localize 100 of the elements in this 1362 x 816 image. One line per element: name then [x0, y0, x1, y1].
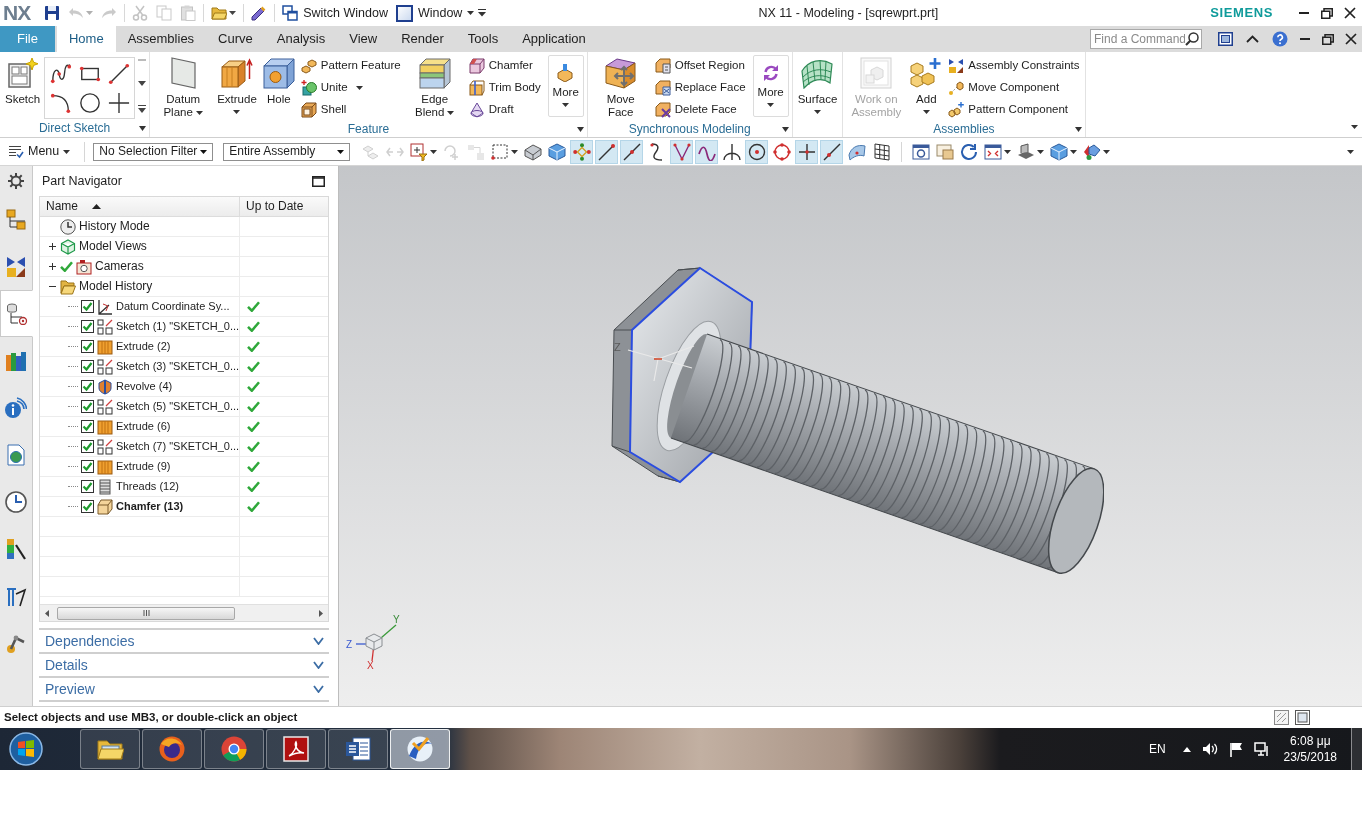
ribbon-button[interactable]: Surface: [795, 55, 840, 116]
up-arrow-icon[interactable]: [1182, 746, 1191, 752]
colored-shapes-icon[interactable]: [1083, 142, 1102, 161]
tree-item[interactable]: Extrude (9): [116, 459, 171, 474]
plus-icon[interactable]: [107, 91, 130, 114]
section-header[interactable]: Dependencies: [39, 630, 329, 654]
ribbon-button[interactable]: Edge Blend: [404, 55, 465, 121]
checkbox[interactable]: [81, 360, 94, 373]
ribbon-button[interactable]: Move Face: [590, 55, 651, 121]
scroll-right-icon[interactable]: [319, 609, 323, 617]
caret-icon[interactable]: [1037, 149, 1045, 154]
tree-item[interactable]: Sketch (3) "SKETCH_0...: [116, 359, 240, 374]
zoom-window-icon[interactable]: [936, 142, 955, 161]
close-icon[interactable]: [1344, 33, 1357, 45]
ribbon-options-icon[interactable]: [1351, 125, 1358, 129]
ribbon-tab[interactable]: Tools: [455, 26, 511, 52]
ribbon-tab[interactable]: Render: [389, 26, 456, 52]
ribbon-tab[interactable]: Application: [510, 26, 598, 52]
ribbon-button[interactable]: Pattern Component: [946, 99, 1082, 121]
ribbon-button[interactable]: Replace Face: [652, 77, 748, 99]
collapse-icon[interactable]: [48, 283, 56, 290]
shaded-view-icon[interactable]: [1017, 142, 1036, 161]
caret-icon[interactable]: [1004, 149, 1012, 154]
flag-icon[interactable]: [1228, 741, 1243, 757]
checkbox[interactable]: [81, 320, 94, 333]
launcher-icon[interactable]: [139, 125, 147, 131]
full-screen-icon[interactable]: [1218, 32, 1233, 46]
checkbox[interactable]: [81, 300, 94, 313]
ribbon-button[interactable]: Delete Face: [652, 99, 748, 121]
column-header[interactable]: Name: [40, 197, 240, 216]
show-desktop-button[interactable]: [1351, 728, 1362, 770]
language-indicator[interactable]: EN: [1148, 741, 1166, 757]
checkbox[interactable]: [81, 500, 94, 513]
taskbar-button[interactable]: [328, 729, 388, 769]
checkbox[interactable]: [81, 480, 94, 493]
ribbon-tab[interactable]: View: [337, 26, 390, 52]
gallery-expand-icon[interactable]: [138, 105, 147, 113]
ribbon-button[interactable]: Datum Plane: [153, 55, 214, 121]
snap-toggle[interactable]: [820, 139, 844, 164]
checkbox[interactable]: [81, 380, 94, 393]
rotate-icon[interactable]: [960, 142, 979, 161]
tree-item[interactable]: Chamfer (13): [116, 499, 184, 514]
taskbar-button[interactable]: [80, 729, 140, 769]
ribbon-button[interactable]: Add: [908, 55, 945, 116]
checkbox[interactable]: [81, 340, 94, 353]
restore-icon[interactable]: [1321, 33, 1334, 45]
minimize-icon[interactable]: [1299, 12, 1310, 14]
caret-icon[interactable]: [1103, 149, 1111, 154]
ribbon-tab[interactable]: Assemblies: [115, 26, 207, 52]
ribbon-tab[interactable]: Home: [56, 26, 116, 52]
tree-item[interactable]: Threads (12): [116, 479, 179, 494]
chevron-up-icon[interactable]: [1246, 35, 1259, 43]
taskbar-button[interactable]: [204, 729, 264, 769]
tree-item[interactable]: Extrude (6): [116, 419, 171, 434]
spline-icon[interactable]: [49, 62, 72, 85]
more-button[interactable]: More: [547, 55, 584, 117]
launcher-icon[interactable]: [576, 126, 584, 132]
cube-icon[interactable]: [548, 142, 567, 161]
tree-item[interactable]: Model History: [79, 279, 153, 294]
customize-icon[interactable]: [478, 9, 487, 17]
pen-icon[interactable]: [251, 5, 268, 21]
layout-icon[interactable]: [984, 142, 1003, 161]
start-button[interactable]: [6, 729, 46, 769]
section-header[interactable]: Details: [39, 654, 329, 678]
ribbon-button[interactable]: Assembly Constraints: [946, 55, 1082, 77]
caret-icon[interactable]: [1070, 149, 1078, 154]
restore-icon[interactable]: [1321, 7, 1334, 19]
column-header[interactable]: Up to Date: [240, 197, 328, 216]
tree-item[interactable]: Sketch (5) "SKETCH_0...: [116, 399, 240, 414]
menu-button[interactable]: Menu: [4, 140, 75, 163]
navigator-tab[interactable]: [0, 290, 33, 337]
snap-toggle[interactable]: [695, 139, 719, 164]
expand-icon[interactable]: [48, 243, 56, 250]
horizontal-scrollbar[interactable]: [40, 604, 328, 621]
scroll-left-icon[interactable]: [45, 609, 49, 617]
ribbon-button[interactable]: Chamfer: [466, 55, 543, 77]
caret-icon[interactable]: [229, 11, 237, 15]
checkbox[interactable]: [81, 440, 94, 453]
ribbon-button[interactable]: Extrude: [215, 55, 259, 116]
cube-icon[interactable]: [1050, 142, 1069, 161]
toolbar-options-icon[interactable]: [1347, 149, 1354, 154]
tree-item[interactable]: Datum Coordinate Sy...: [116, 299, 230, 314]
launcher-icon[interactable]: [781, 126, 789, 132]
tree-item[interactable]: Sketch (1) "SKETCH_0...: [116, 319, 240, 334]
ribbon-button[interactable]: Offset Region: [652, 55, 748, 77]
tree-item[interactable]: Sketch (7) "SKETCH_0...: [116, 439, 240, 454]
ribbon-tab[interactable]: Curve: [206, 26, 265, 52]
snap-toggle[interactable]: [620, 139, 644, 164]
assembly-scope-dropdown[interactable]: Entire Assembly: [223, 142, 351, 161]
expand-icon[interactable]: [48, 263, 56, 270]
taskbar-button[interactable]: [142, 729, 202, 769]
more-button[interactable]: More: [752, 55, 789, 117]
tree-item[interactable]: History Mode: [79, 219, 150, 234]
arc-icon[interactable]: [49, 91, 72, 114]
help-icon[interactable]: [1271, 31, 1288, 47]
circle-icon[interactable]: [78, 91, 101, 114]
ribbon-button[interactable]: Trim Body: [466, 77, 543, 99]
caret-icon[interactable]: [511, 149, 519, 154]
line-icon[interactable]: [107, 62, 130, 85]
tilted-box-icon[interactable]: [524, 142, 543, 161]
